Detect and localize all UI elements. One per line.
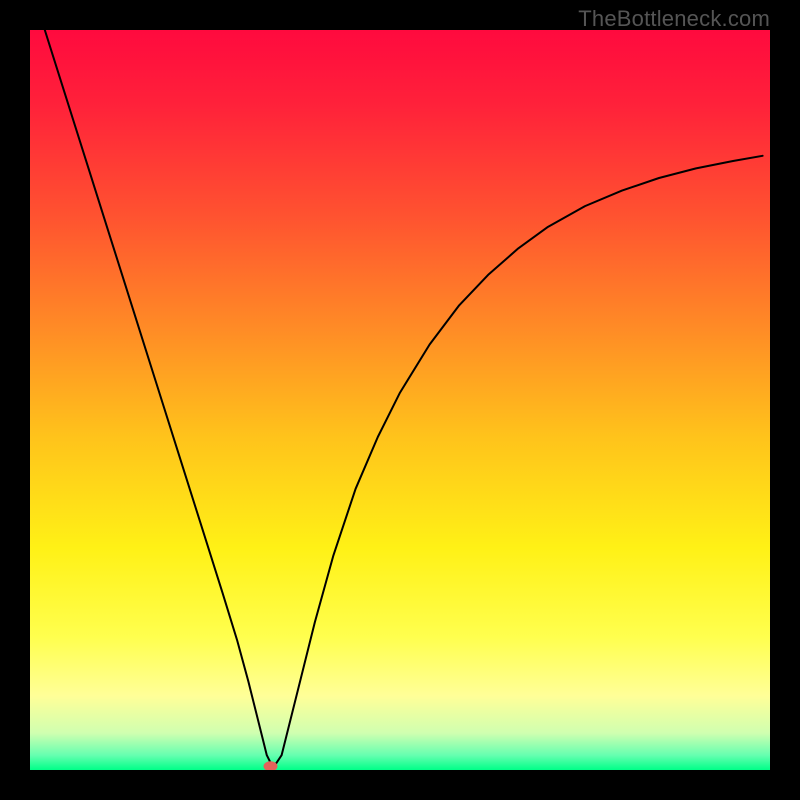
chart-container: TheBottleneck.com <box>0 0 800 800</box>
watermark-text: TheBottleneck.com <box>578 6 770 32</box>
plot-area <box>30 30 770 770</box>
gradient-background <box>30 30 770 770</box>
